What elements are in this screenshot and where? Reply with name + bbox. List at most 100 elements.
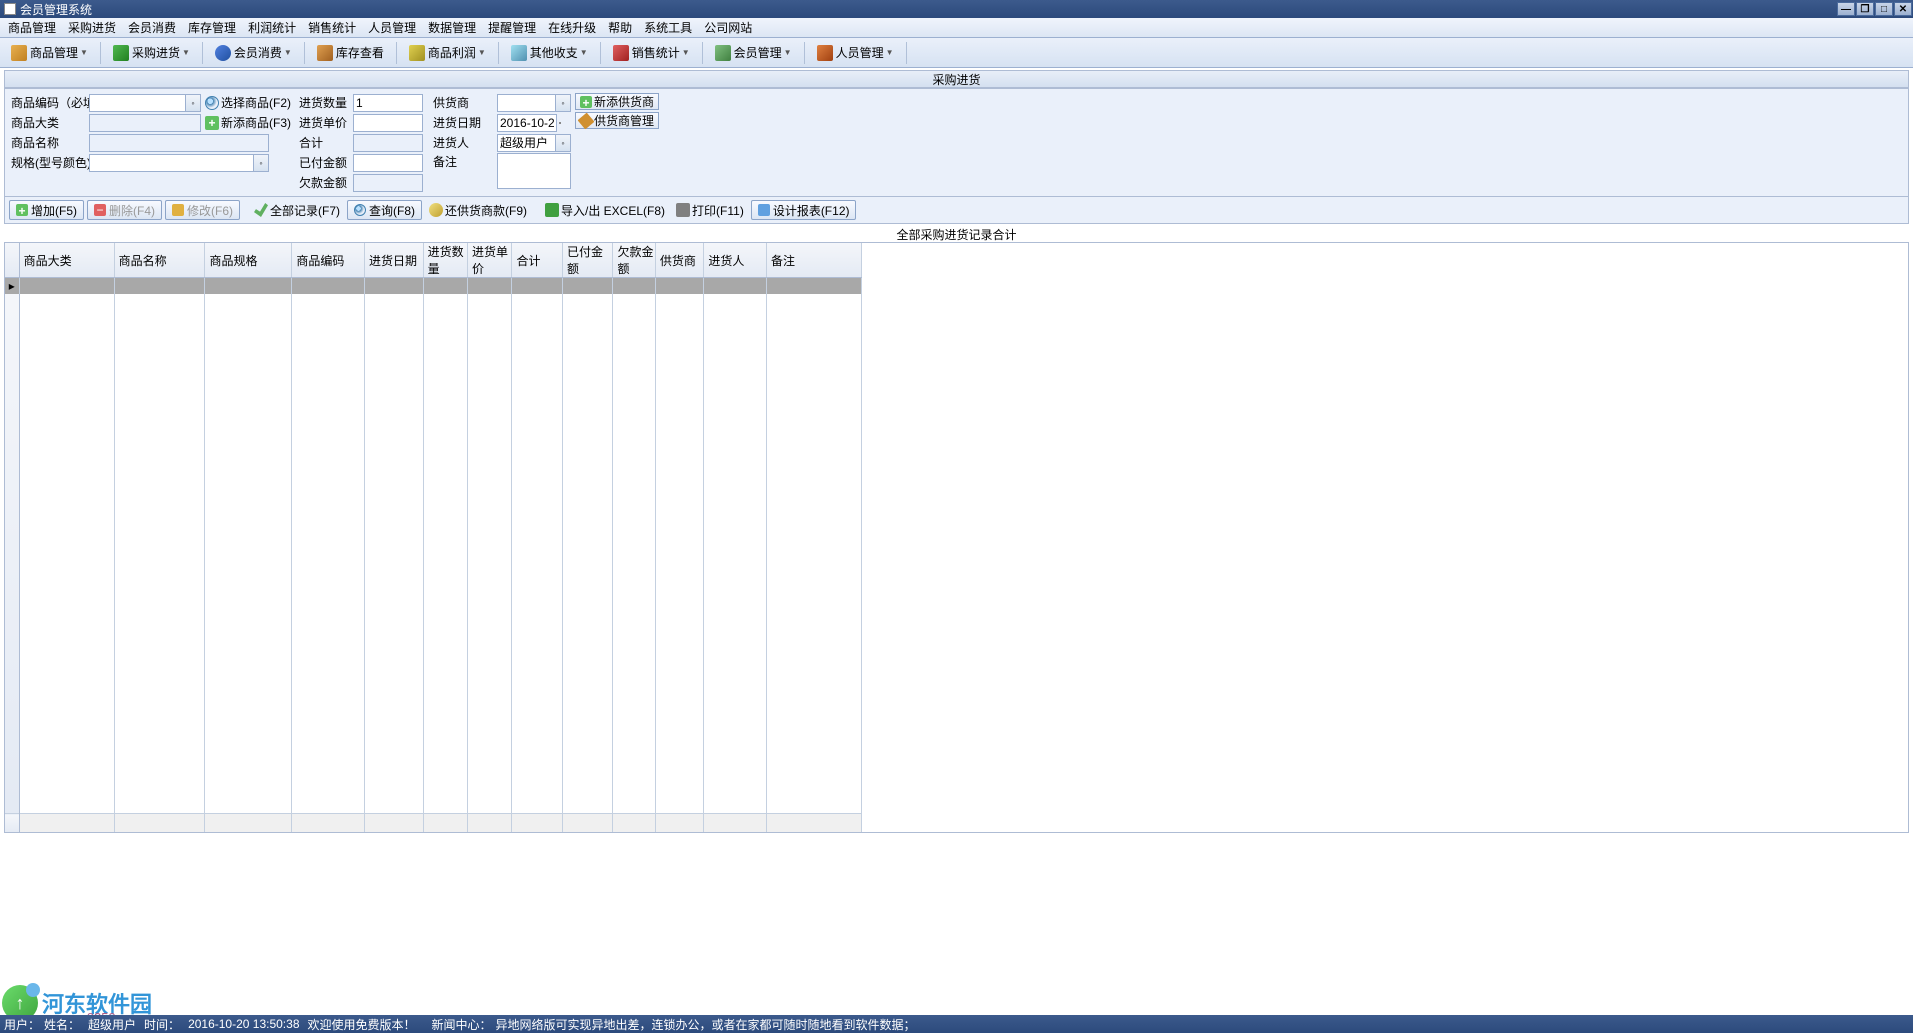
table-row[interactable]: ▸ <box>5 278 862 294</box>
note-input[interactable] <box>497 153 571 189</box>
close-button[interactable]: ✕ <box>1894 2 1912 16</box>
toolbar-separator <box>304 42 305 64</box>
toolbar-6[interactable]: 销售统计▼ <box>606 40 697 65</box>
toolbar-1[interactable]: 采购进货▼ <box>106 40 197 65</box>
menu-item-2[interactable]: 会员消费 <box>122 17 182 38</box>
delete-button[interactable]: −删除(F4) <box>87 200 162 220</box>
spec-dropdown[interactable]: ◦ <box>253 154 269 172</box>
unit-price-input[interactable] <box>353 114 423 132</box>
spec-input[interactable] <box>89 154 253 172</box>
check-icon <box>254 203 268 217</box>
category-label: 商品大类 <box>11 114 89 131</box>
i-box-icon <box>11 45 27 61</box>
repay-button[interactable]: 还供货商款(F9) <box>425 202 531 219</box>
restore-button[interactable]: ❐ <box>1856 2 1874 16</box>
column-header[interactable]: 商品规格 <box>205 243 292 278</box>
buyer-input[interactable] <box>497 134 555 152</box>
menu-item-12[interactable]: 公司网站 <box>698 17 758 38</box>
buyer-dropdown[interactable]: ◦ <box>555 134 571 152</box>
toolbar-4[interactable]: 商品利润▼ <box>402 40 493 65</box>
minimize-button[interactable]: — <box>1837 2 1855 16</box>
menu-item-1[interactable]: 采购进货 <box>62 17 122 38</box>
qty-label: 进货数量 <box>299 94 353 111</box>
design-report-button[interactable]: 设计报表(F12) <box>751 200 857 220</box>
plus-icon: + <box>16 204 28 216</box>
column-header[interactable]: 商品名称 <box>114 243 205 278</box>
product-code-dropdown[interactable]: ◦ <box>185 94 201 112</box>
delete-icon: − <box>94 204 106 216</box>
all-records-button[interactable]: 全部记录(F7) <box>250 202 344 219</box>
new-product-button[interactable]: + 新添商品(F3) <box>201 114 295 131</box>
toolbar-label: 采购进货 <box>132 44 180 61</box>
toolbar-3[interactable]: 库存查看 <box>310 40 391 65</box>
menu-item-0[interactable]: 商品管理 <box>2 17 62 38</box>
i-cart-icon <box>113 45 129 61</box>
i-user-icon <box>215 45 231 61</box>
chevron-down-icon: ▼ <box>580 48 588 57</box>
owed-input <box>353 174 423 192</box>
menu-item-7[interactable]: 数据管理 <box>422 17 482 38</box>
toolbar-separator <box>498 42 499 64</box>
toolbar-5[interactable]: 其他收支▼ <box>504 40 595 65</box>
print-icon <box>676 203 690 217</box>
toolbar-2[interactable]: 会员消费▼ <box>208 40 299 65</box>
supplier-mgmt-button[interactable]: 供货商管理 <box>575 112 659 129</box>
app-icon <box>4 3 16 15</box>
menu-item-8[interactable]: 提醒管理 <box>482 17 542 38</box>
calendar-icon[interactable] <box>559 122 561 124</box>
toolbar-label: 商品管理 <box>30 44 78 61</box>
category-input <box>89 114 201 132</box>
menu-item-6[interactable]: 人员管理 <box>362 17 422 38</box>
column-header[interactable]: 进货单价 <box>468 243 512 278</box>
toolbar-0[interactable]: 商品管理▼ <box>4 40 95 65</box>
column-header[interactable]: 商品大类 <box>19 243 114 278</box>
row-marker: ▸ <box>5 278 19 294</box>
qty-input[interactable] <box>353 94 423 112</box>
column-header[interactable]: 备注 <box>766 243 861 278</box>
grid-body <box>5 294 862 814</box>
print-button[interactable]: 打印(F11) <box>672 202 748 219</box>
menu-item-5[interactable]: 销售统计 <box>302 17 362 38</box>
menu-item-11[interactable]: 系统工具 <box>638 17 698 38</box>
excel-button[interactable]: 导入/出 EXCEL(F8) <box>541 202 669 219</box>
total-label: 合计 <box>299 134 353 151</box>
column-header[interactable]: 合计 <box>512 243 563 278</box>
menu-item-3[interactable]: 库存管理 <box>182 17 242 38</box>
toolbar-separator <box>804 42 805 64</box>
menu-item-10[interactable]: 帮助 <box>602 17 638 38</box>
name-label: 商品名称 <box>11 134 89 151</box>
column-header[interactable]: 进货数量 <box>423 243 467 278</box>
status-name-label: 姓名： <box>44 1016 80 1033</box>
column-header[interactable]: 商品编码 <box>292 243 365 278</box>
supplier-input[interactable] <box>497 94 555 112</box>
i-profit-icon <box>409 45 425 61</box>
column-header[interactable]: 进货日期 <box>365 243 424 278</box>
toolbar-8[interactable]: 人员管理▼ <box>810 40 901 65</box>
column-header[interactable]: 欠款金额 <box>613 243 655 278</box>
date-input[interactable] <box>497 114 557 132</box>
design-icon <box>758 204 770 216</box>
select-product-button[interactable]: 选择商品(F2) <box>201 94 295 111</box>
toolbar-label: 销售统计 <box>632 44 680 61</box>
maximize-button[interactable]: □ <box>1875 2 1893 16</box>
column-header[interactable]: 供货商 <box>655 243 703 278</box>
menubar: 商品管理采购进货会员消费库存管理利润统计销售统计人员管理数据管理提醒管理在线升级… <box>0 18 1913 38</box>
modify-button[interactable]: 修改(F6) <box>165 200 240 220</box>
menu-item-4[interactable]: 利润统计 <box>242 17 302 38</box>
paid-label: 已付金额 <box>299 154 353 171</box>
excel-icon <box>545 203 559 217</box>
column-header[interactable]: 已付金额 <box>562 243 613 278</box>
paid-input[interactable] <box>353 154 423 172</box>
menu-item-9[interactable]: 在线升级 <box>542 17 602 38</box>
supplier-dropdown[interactable]: ◦ <box>555 94 571 112</box>
toolbar-7[interactable]: 会员管理▼ <box>708 40 799 65</box>
status-time: 2016-10-20 13:50:38 <box>184 1017 303 1031</box>
column-header[interactable]: 进货人 <box>704 243 767 278</box>
toolbar-label: 人员管理 <box>836 44 884 61</box>
date-label: 进货日期 <box>433 114 497 131</box>
product-code-input[interactable] <box>89 94 185 112</box>
grid-footer <box>5 814 862 832</box>
query-button[interactable]: 查询(F8) <box>347 200 422 220</box>
add-supplier-button[interactable]: + 新添供货商 <box>575 93 659 110</box>
add-button[interactable]: +增加(F5) <box>9 200 84 220</box>
